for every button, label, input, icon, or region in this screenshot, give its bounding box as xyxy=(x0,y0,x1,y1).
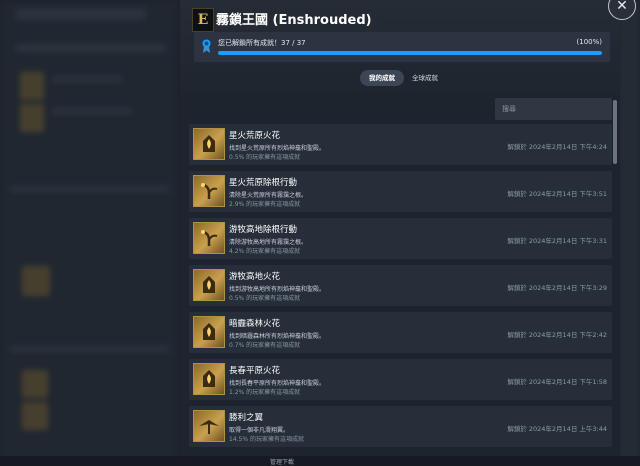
achievement-badge xyxy=(193,222,225,254)
achievement-unlock-time: 解鎖於 2024年2月14日 下午3:31 xyxy=(507,237,607,245)
background-right xyxy=(618,0,640,466)
manage-downloads-button[interactable]: 管理下載 xyxy=(270,457,294,466)
modal-header: E 霧鎖王國 (Enshrouded) 您已解鎖所有成就！37 / 37 (10… xyxy=(180,0,620,96)
achievement-row[interactable]: 長春平原火花找到長春平原所有烈焰神龕和聖殿。 1.2% 的玩家擁有這項成就 解鎖於 … xyxy=(189,359,612,400)
achievement-rarity: 14.5% 的玩家擁有這項成就 xyxy=(229,436,304,443)
achievement-row[interactable]: 星火荒原火花找到星火荒原所有烈焰神龕和聖殿。 0.5% 的玩家擁有這項成就 解鎖於 … xyxy=(189,124,612,165)
achievement-unlock-time: 解鎖於 2024年2月14日 下午1:58 xyxy=(507,378,607,386)
flame-shrine-icon xyxy=(197,132,221,156)
game-logo: E xyxy=(192,8,214,32)
achievement-badge xyxy=(193,410,225,442)
background-bar xyxy=(52,108,132,114)
background-bar xyxy=(16,8,146,20)
achievement-rarity: 0.5% 的玩家擁有這項成就 xyxy=(229,295,301,302)
flame-shrine-icon xyxy=(197,367,221,391)
achievement-badge xyxy=(193,363,225,395)
achievement-description: 取得一個非凡滑翔翼。 xyxy=(229,427,290,434)
achievement-row[interactable]: 暗霾森林火花找到暗霾森林所有烈焰神龕和聖殿。 0.7% 的玩家擁有這項成就 解鎖於 … xyxy=(189,312,612,353)
progress-bar-fill xyxy=(218,51,602,55)
background-tile xyxy=(20,72,44,100)
background-tile xyxy=(22,266,50,296)
achievement-badge xyxy=(193,316,225,348)
achievement-name: 游牧高地火花 xyxy=(229,272,281,282)
progress-percent: (100%) xyxy=(576,38,602,46)
background-bar xyxy=(10,346,170,352)
background-bar xyxy=(52,76,122,82)
achievement-name: 勝利之翼 xyxy=(229,413,264,423)
achievement-progress: 您已解鎖所有成就！37 / 37 (100%) xyxy=(194,32,610,62)
flame-shrine-icon xyxy=(197,320,221,344)
close-icon: ✕ xyxy=(616,0,628,14)
achievement-rarity: 0.7% 的玩家擁有這項成就 xyxy=(229,342,301,349)
root-icon xyxy=(197,226,221,250)
achievement-description: 找到游牧高地所有烈焰神龕和聖殿。 xyxy=(229,286,326,293)
footer-bar: 管理下載 xyxy=(0,456,640,466)
progress-bar xyxy=(218,51,602,55)
root-icon xyxy=(197,179,221,203)
progress-text: 您已解鎖所有成就！37 / 37 xyxy=(218,39,306,47)
game-title: 霧鎖王國 (Enshrouded) xyxy=(216,13,372,28)
achievement-rarity: 4.2% 的玩家擁有這項成就 xyxy=(229,248,301,255)
achievement-row[interactable]: 游牧高地除根行動清除游牧高地所有霧靄之根。 4.2% 的玩家擁有這項成就 解鎖於 2… xyxy=(189,218,612,259)
flame-shrine-icon xyxy=(197,273,221,297)
scrollbar-thumb[interactable] xyxy=(613,100,617,164)
achievement-unlock-time: 解鎖於 2024年2月14日 上午3:44 xyxy=(507,425,607,433)
achievement-rarity: 1.2% 的玩家擁有這項成就 xyxy=(229,389,301,396)
achievement-name: 星火荒原除根行動 xyxy=(229,178,298,188)
achievement-badge xyxy=(193,175,225,207)
achievement-description: 清除星火荒原所有霧靄之根。 xyxy=(229,192,308,199)
tab-global-achievements[interactable]: 全球成就 xyxy=(403,70,447,86)
achievement-unlock-time: 解鎖於 2024年2月14日 下午2:42 xyxy=(507,331,607,339)
tab-my-achievements[interactable]: 我的成就 xyxy=(360,70,404,86)
background-bar xyxy=(10,186,170,192)
background-tile xyxy=(22,402,48,430)
achievement-unlock-time: 解鎖於 2024年2月14日 下午3:29 xyxy=(507,284,607,292)
tab-bar: 我的成就 全球成就 xyxy=(180,70,620,86)
achievement-name: 星火荒原火花 xyxy=(229,131,281,141)
achievement-description: 清除游牧高地所有霧靄之根。 xyxy=(229,239,308,246)
achievement-badge xyxy=(193,128,225,160)
background-tile xyxy=(20,104,44,132)
achievement-rarity: 0.5% 的玩家擁有這項成就 xyxy=(229,154,301,161)
achievement-rarity: 2.9% 的玩家擁有這項成就 xyxy=(229,201,301,208)
glider-wing-icon xyxy=(197,414,221,438)
achievement-name: 長春平原火花 xyxy=(229,366,281,376)
achievement-row[interactable]: 勝利之翼取得一個非凡滑翔翼。 14.5% 的玩家擁有這項成就 解鎖於 2024年2月… xyxy=(189,406,612,447)
achievement-row[interactable]: 星火荒原除根行動清除星火荒原所有霧靄之根。 2.9% 的玩家擁有這項成就 解鎖於 2… xyxy=(189,171,612,212)
achievement-description: 找到長春平原所有烈焰神龕和聖殿。 xyxy=(229,380,326,387)
achievement-unlock-time: 解鎖於 2024年2月14日 下午4:24 xyxy=(507,143,607,151)
achievements-modal: E 霧鎖王國 (Enshrouded) 您已解鎖所有成就！37 / 37 (10… xyxy=(180,0,636,466)
scrollbar[interactable] xyxy=(613,100,617,466)
achievement-row[interactable]: 游牧高地火花找到游牧高地所有烈焰神龕和聖殿。 0.5% 的玩家擁有這項成就 解鎖於 … xyxy=(189,265,612,306)
achievement-name: 游牧高地除根行動 xyxy=(229,225,298,235)
award-ribbon-icon xyxy=(202,39,211,53)
background-bar xyxy=(16,44,166,52)
background-tile xyxy=(22,370,48,398)
achievement-unlock-time: 解鎖於 2024年2月14日 下午3:51 xyxy=(507,190,607,198)
search-input[interactable]: 搜尋 xyxy=(495,98,612,120)
achievement-description: 找到星火荒原所有烈焰神龕和聖殿。 xyxy=(229,145,326,152)
achievement-description: 找到暗霾森林所有烈焰神龕和聖殿。 xyxy=(229,333,326,340)
achievement-badge xyxy=(193,269,225,301)
achievement-name: 暗霾森林火花 xyxy=(229,319,281,329)
